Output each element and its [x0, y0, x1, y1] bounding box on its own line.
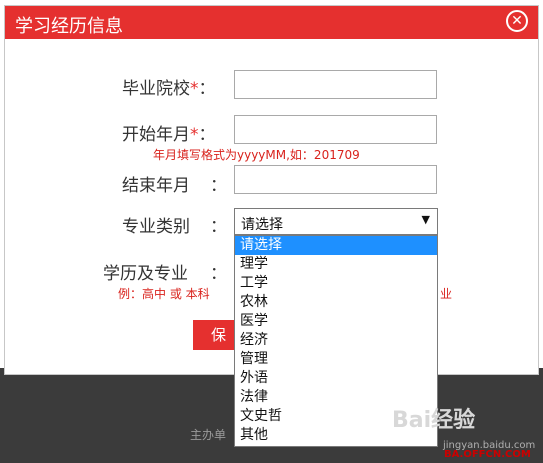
baidu-watermark: Bai经验 [392, 408, 476, 433]
end-date-input[interactable] [234, 165, 437, 194]
end-date-label: 结束年月 ： [122, 171, 227, 196]
required-mark: * [190, 125, 199, 145]
colon: ： [198, 125, 216, 145]
school-label-text: 毕业院校 [122, 79, 190, 99]
category-select[interactable]: 请选择 ▼ [234, 208, 438, 235]
dropdown-option[interactable]: 农林 [235, 293, 437, 312]
degree-label-text: 学历及专业 [103, 264, 188, 284]
category-select-value: 请选择 [241, 217, 283, 233]
school-input[interactable] [234, 70, 437, 99]
dropdown-option[interactable]: 管理 [235, 350, 437, 369]
start-date-input[interactable] [234, 115, 437, 144]
category-label: 专业类别 ： [122, 212, 227, 237]
dropdown-option[interactable]: 理学 [235, 255, 437, 274]
dialog-titlebar: 学习经历信息 ✕ [5, 6, 538, 39]
footer-text: 主办单 [190, 428, 227, 442]
dropdown-option[interactable]: 医学 [235, 312, 437, 331]
start-date-label: 开始年月*： [122, 120, 216, 145]
dropdown-option[interactable]: 经济 [235, 331, 437, 350]
dropdown-option[interactable]: 工学 [235, 274, 437, 293]
end-date-label-text: 结束年月 [122, 176, 190, 196]
colon: ： [210, 217, 227, 237]
required-mark: * [190, 79, 199, 99]
degree-label: 学历及专业 ： [103, 259, 227, 284]
colon: ： [198, 79, 216, 99]
colon: ： [210, 176, 227, 196]
dropdown-option[interactable]: 外语 [235, 369, 437, 388]
site-watermark: BA.OFFCN.COM [444, 449, 531, 460]
start-date-label-text: 开始年月 [122, 125, 190, 145]
save-button[interactable]: 保存 [193, 320, 234, 350]
colon: ： [210, 264, 227, 284]
category-label-text: 专业类别 [122, 217, 190, 237]
close-icon[interactable]: ✕ [506, 10, 528, 32]
school-label: 毕业院校*： [122, 74, 216, 99]
dropdown-option[interactable]: 请选择 [235, 236, 437, 255]
dropdown-arrow-icon: ▼ [421, 213, 430, 226]
dialog-title: 学习经历信息 [15, 16, 123, 37]
degree-hint-tail: 业 [440, 287, 453, 301]
degree-hint: 例：高中 或 本科 [118, 287, 210, 301]
start-date-hint: 年月填写格式为yyyyMM,如：201709 [153, 148, 360, 162]
